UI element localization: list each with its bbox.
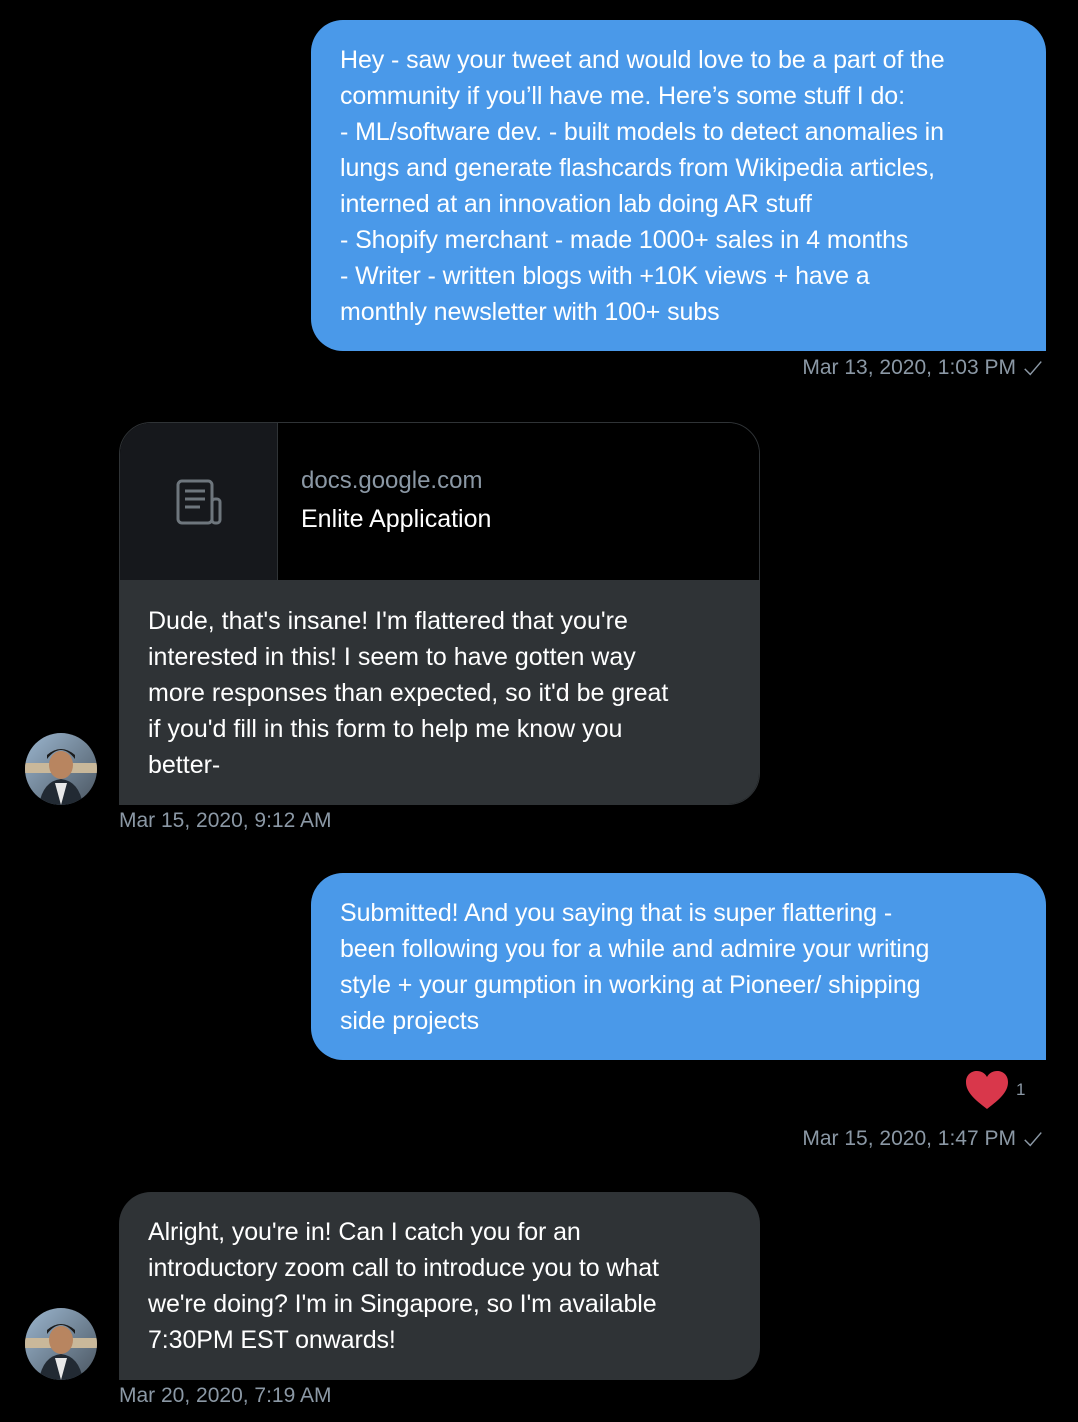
check-icon <box>1024 361 1042 376</box>
message-meta: Mar 15, 2020, 9:12 AM <box>119 809 331 833</box>
message-timestamp: Mar 20, 2020, 7:19 AM <box>119 1384 332 1407</box>
link-title[interactable]: Enlite Application <box>301 505 491 534</box>
received-message-link-card[interactable]: docs.google.com Enlite Application Dude,… <box>119 422 760 805</box>
link-thumbnail <box>120 423 278 580</box>
reaction[interactable]: 1 <box>964 1069 1025 1111</box>
heart-icon[interactable] <box>964 1069 1010 1111</box>
message-meta: Mar 20, 2020, 7:19 AM <box>119 1384 331 1408</box>
sent-message-bubble[interactable]: Hey - saw your tweet and would love to b… <box>311 20 1046 351</box>
message-meta: Mar 15, 2020, 1:47 PM <box>802 1127 1044 1151</box>
received-message-text: Dude, that's insane! I'm flattered that … <box>120 581 759 804</box>
sent-message-bubble[interactable]: Submitted! And you saying that is super … <box>311 873 1046 1060</box>
avatar[interactable] <box>25 1308 97 1380</box>
link-preview[interactable]: docs.google.com Enlite Application <box>120 423 759 581</box>
link-domain: docs.google.com <box>301 467 483 494</box>
document-icon <box>176 479 221 524</box>
check-icon <box>1024 1132 1042 1147</box>
reaction-count: 1 <box>1016 1080 1026 1099</box>
received-message-bubble[interactable]: Alright, you're in! Can I catch you for … <box>119 1192 760 1380</box>
message-meta: Mar 13, 2020, 1:03 PM <box>802 356 1044 380</box>
message-timestamp: Mar 13, 2020, 1:03 PM <box>802 356 1016 379</box>
avatar[interactable] <box>25 733 97 805</box>
message-timestamp: Mar 15, 2020, 9:12 AM <box>119 809 332 832</box>
message-timestamp: Mar 15, 2020, 1:47 PM <box>802 1127 1016 1150</box>
